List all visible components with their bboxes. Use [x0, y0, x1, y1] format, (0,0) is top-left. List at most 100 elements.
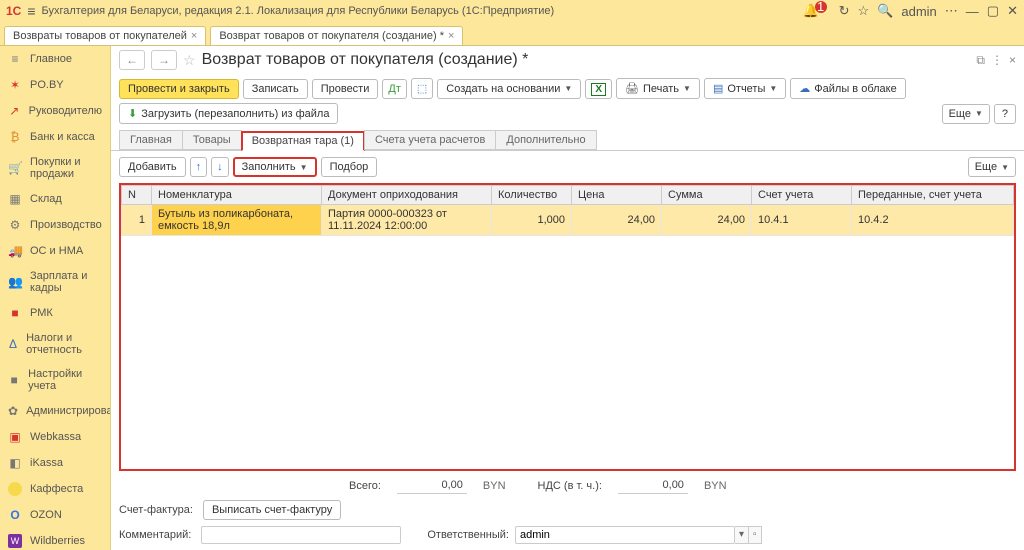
tab-extra[interactable]: Дополнительно: [495, 130, 596, 150]
page-menu-icon[interactable]: ⋮: [991, 53, 1003, 68]
close-icon[interactable]: ×: [448, 30, 454, 42]
col-doc[interactable]: Документ оприходования: [322, 186, 492, 205]
move-down-icon[interactable]: ↓: [211, 157, 229, 177]
sidebar-icon: ■: [8, 373, 20, 387]
dropdown-icon[interactable]: ▾: [735, 526, 749, 544]
sidebar-item[interactable]: ≡Главное: [0, 46, 110, 72]
col-acc[interactable]: Счет учета: [752, 186, 852, 205]
open-ref-icon[interactable]: ▫: [749, 526, 762, 544]
tab-accounts[interactable]: Счета учета расчетов: [364, 130, 496, 150]
help-button[interactable]: ?: [994, 104, 1016, 124]
sidebar-item[interactable]: ⚙Производство: [0, 212, 110, 238]
cell-acc[interactable]: 10.4.1: [752, 205, 852, 236]
sidebar-item[interactable]: ◧iKassa: [0, 450, 110, 476]
movements-icon[interactable]: Дт: [382, 79, 407, 99]
pick-button[interactable]: Подбор: [321, 157, 378, 177]
sidebar-item[interactable]: ▣ Webkassa: [0, 424, 110, 450]
sidebar-label: Webkassa: [30, 431, 81, 443]
print-icon: 🖨: [625, 82, 639, 95]
col-qty[interactable]: Количество: [492, 186, 572, 205]
col-sum[interactable]: Сумма: [662, 186, 752, 205]
post-and-close-button[interactable]: Провести и закрыть: [119, 79, 239, 99]
load-from-file-button[interactable]: ⬇Загрузить (перезаполнить) из файла: [119, 103, 338, 124]
sidebar-item[interactable]: WWildberries: [0, 528, 110, 550]
sidebar-item[interactable]: 🚚ОС и НМА: [0, 238, 110, 264]
notifications-icon[interactable]: 🔔1: [802, 3, 830, 19]
cell-price[interactable]: 24,00: [572, 205, 662, 236]
reports-button[interactable]: ▤Отчеты▼: [704, 78, 786, 99]
favorite-icon[interactable]: ☆: [183, 52, 196, 69]
sidebar-label: Налоги и отчетность: [26, 332, 102, 356]
sidebar-item[interactable]: ↗Руководителю: [0, 98, 110, 124]
cell-qty[interactable]: 1,000: [492, 205, 572, 236]
favorites-icon[interactable]: ☆: [858, 3, 870, 19]
sidebar-label: Зарплата и кадры: [30, 270, 102, 294]
sidebar-item[interactable]: ✶PO.BY: [0, 72, 110, 98]
print-button[interactable]: 🖨Печать▼: [616, 78, 700, 99]
sidebar-icon: O: [8, 508, 22, 522]
maximize-icon[interactable]: ▢: [987, 3, 999, 19]
sidebar-item[interactable]: 👥Зарплата и кадры: [0, 264, 110, 300]
col-n[interactable]: N: [122, 186, 152, 205]
files-button[interactable]: ☁Файлы в облаке: [790, 78, 905, 99]
structure-icon[interactable]: ⬚: [411, 78, 433, 99]
tab-document[interactable]: Возврат товаров от покупателя (создание)…: [210, 26, 463, 45]
table-row[interactable]: 1 Бутыль из поликарбоната, емкость 18,9л…: [122, 205, 1014, 236]
sidebar-item[interactable]: ■Настройки учета: [0, 362, 110, 398]
col-acc2[interactable]: Переданные, счет учета: [852, 186, 1014, 205]
history-icon[interactable]: ↻: [839, 3, 850, 19]
cell-doc[interactable]: Партия 0000-000323 от 11.11.2024 12:00:0…: [322, 205, 492, 236]
settings-icon[interactable]: ⋯: [945, 3, 958, 19]
tab-main[interactable]: Главная: [119, 130, 183, 150]
search-icon[interactable]: 🔍: [877, 3, 893, 19]
sidebar-item[interactable]: 🛒Покупки и продажи: [0, 150, 110, 186]
cell-n[interactable]: 1: [122, 205, 152, 236]
sidebar-item[interactable]: ■РМК: [0, 300, 110, 326]
notif-badge: 1: [815, 1, 827, 13]
close-page-icon[interactable]: ×: [1009, 53, 1016, 68]
tab-list[interactable]: Возвраты товаров от покупателей ×: [4, 26, 206, 45]
cell-nom[interactable]: Бутыль из поликарбоната, емкость 18,9л: [152, 205, 322, 236]
cell-sum[interactable]: 24,00: [662, 205, 752, 236]
sidebar-item[interactable]: OOZON: [0, 502, 110, 528]
sidebar-item[interactable]: Каффеста: [0, 476, 110, 502]
close-icon[interactable]: ×: [191, 30, 197, 42]
table-more-button[interactable]: Еще▼: [968, 157, 1016, 177]
comment-row: Комментарий: Ответственный: ▾ ▫: [119, 526, 1016, 544]
nav-forward-button[interactable]: →: [151, 50, 177, 70]
close-window-icon[interactable]: ✕: [1007, 3, 1018, 19]
nav-back-button[interactable]: ←: [119, 50, 145, 70]
minimize-icon[interactable]: —: [966, 4, 979, 19]
more-button[interactable]: Еще▼: [942, 104, 990, 124]
add-row-button[interactable]: Добавить: [119, 157, 186, 177]
sidebar-label: РМК: [30, 307, 53, 319]
total-label: Всего:: [349, 480, 381, 492]
col-price[interactable]: Цена: [572, 186, 662, 205]
save-button[interactable]: Записать: [243, 79, 308, 99]
sidebar-item[interactable]: ▦Склад: [0, 186, 110, 212]
col-nom[interactable]: Номенклатура: [152, 186, 322, 205]
sidebar-item[interactable]: ΔНалоги и отчетность: [0, 326, 110, 362]
responsible-input[interactable]: [515, 526, 735, 544]
open-new-window-icon[interactable]: ⧉: [976, 53, 985, 68]
create-based-button[interactable]: Создать на основании▼: [437, 79, 581, 99]
sidebar-item[interactable]: ₿Банк и касса: [0, 124, 110, 150]
fill-button[interactable]: Заполнить ▼: [233, 157, 317, 177]
create-invoice-button[interactable]: Выписать счет-фактуру: [203, 500, 341, 520]
page-header: ← → ☆ Возврат товаров от покупателя (соз…: [111, 46, 1024, 74]
tab-goods[interactable]: Товары: [182, 130, 242, 150]
cell-acc2[interactable]: 10.4.2: [852, 205, 1014, 236]
post-button[interactable]: Провести: [312, 79, 379, 99]
btn-label: Еще: [949, 108, 971, 120]
user-label[interactable]: admin: [901, 4, 936, 19]
sidebar-item[interactable]: ✿Администрирование: [0, 398, 110, 424]
sidebar-icon: ₿: [8, 130, 22, 144]
tare-table[interactable]: N Номенклатура Документ оприходования Ко…: [119, 183, 1016, 471]
comment-input[interactable]: [201, 526, 401, 544]
excel-export-icon[interactable]: X: [585, 79, 612, 99]
reports-icon: ▤: [713, 82, 723, 95]
main-menu-icon[interactable]: ≡: [27, 3, 35, 19]
move-up-icon[interactable]: ↑: [190, 157, 208, 177]
sidebar-icon: ▣: [8, 430, 22, 444]
tab-returnable-tare[interactable]: Возвратная тара (1): [241, 131, 365, 151]
